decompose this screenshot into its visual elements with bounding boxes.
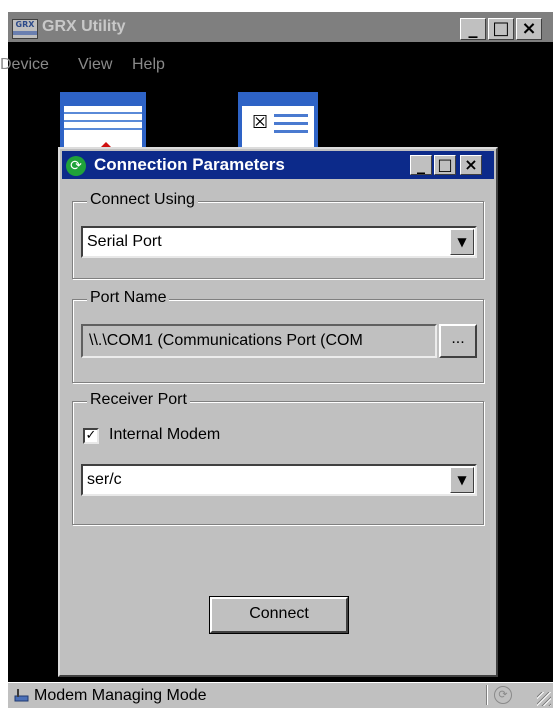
minimize-button[interactable]: _ [460, 18, 486, 40]
connect-using-select[interactable]: Serial Port ▼ [81, 226, 477, 258]
grx-logo-icon: GRX [12, 19, 38, 39]
receiver-port-value: ser/c [87, 471, 122, 488]
status-separator [486, 685, 488, 705]
dialog-title: Connection Parameters [94, 155, 285, 174]
maximize-button[interactable]: □ [488, 18, 514, 40]
app-title: GRX Utility [42, 18, 126, 35]
status-bar: Modem Managing Mode ⟳ [8, 682, 553, 708]
checklist-tool-icon[interactable]: ☒ [238, 92, 318, 152]
internal-modem-checkbox[interactable]: ✓ [83, 428, 99, 444]
close-button[interactable]: × [516, 18, 542, 40]
menu-view[interactable]: View [78, 56, 112, 74]
spreadsheet-tool-icon[interactable] [60, 92, 146, 152]
dialog-minimize-button[interactable]: _ [410, 155, 432, 175]
menu-help[interactable]: Help [132, 56, 165, 74]
main-title-bar[interactable]: GRX GRX Utility _ □ × [8, 12, 553, 42]
sync-icon: ⟳ [494, 686, 512, 704]
port-name-value: \\.\COM1 (Communications Port (COM [89, 332, 363, 349]
resize-grip[interactable] [537, 692, 551, 706]
dialog-title-bar[interactable]: ⟳ Connection Parameters _ □ × [62, 151, 494, 179]
menu-device[interactable]: Device [0, 56, 49, 74]
port-name-field[interactable]: \\.\COM1 (Communications Port (COM [81, 324, 437, 358]
receiver-port-group: Receiver Port ✓ Internal Modem ser/c ▼ [72, 391, 484, 525]
chevron-down-icon[interactable]: ▼ [450, 467, 474, 493]
connect-button[interactable]: Connect [209, 596, 349, 634]
menu-bar: Device View Help [0, 54, 553, 80]
dialog-maximize-button[interactable]: □ [434, 155, 456, 175]
connect-using-value: Serial Port [87, 233, 162, 250]
connection-parameters-dialog: ⟳ Connection Parameters _ □ × Connect Us… [58, 147, 498, 677]
receiver-port-label: Receiver Port [87, 391, 190, 409]
browse-port-button[interactable]: ... [439, 324, 477, 358]
modem-icon [14, 689, 29, 702]
dialog-close-button[interactable]: × [460, 155, 482, 175]
connect-using-group: Connect Using Serial Port ▼ [72, 191, 484, 279]
port-name-group: Port Name \\.\COM1 (Communications Port … [72, 289, 484, 383]
chevron-down-icon[interactable]: ▼ [450, 229, 474, 255]
connection-refresh-icon: ⟳ [66, 156, 86, 176]
internal-modem-label[interactable]: Internal Modem [109, 426, 220, 444]
receiver-port-select[interactable]: ser/c ▼ [81, 464, 477, 496]
status-text: Modem Managing Mode [34, 687, 207, 704]
port-name-label: Port Name [87, 289, 170, 307]
connect-using-label: Connect Using [87, 191, 198, 209]
